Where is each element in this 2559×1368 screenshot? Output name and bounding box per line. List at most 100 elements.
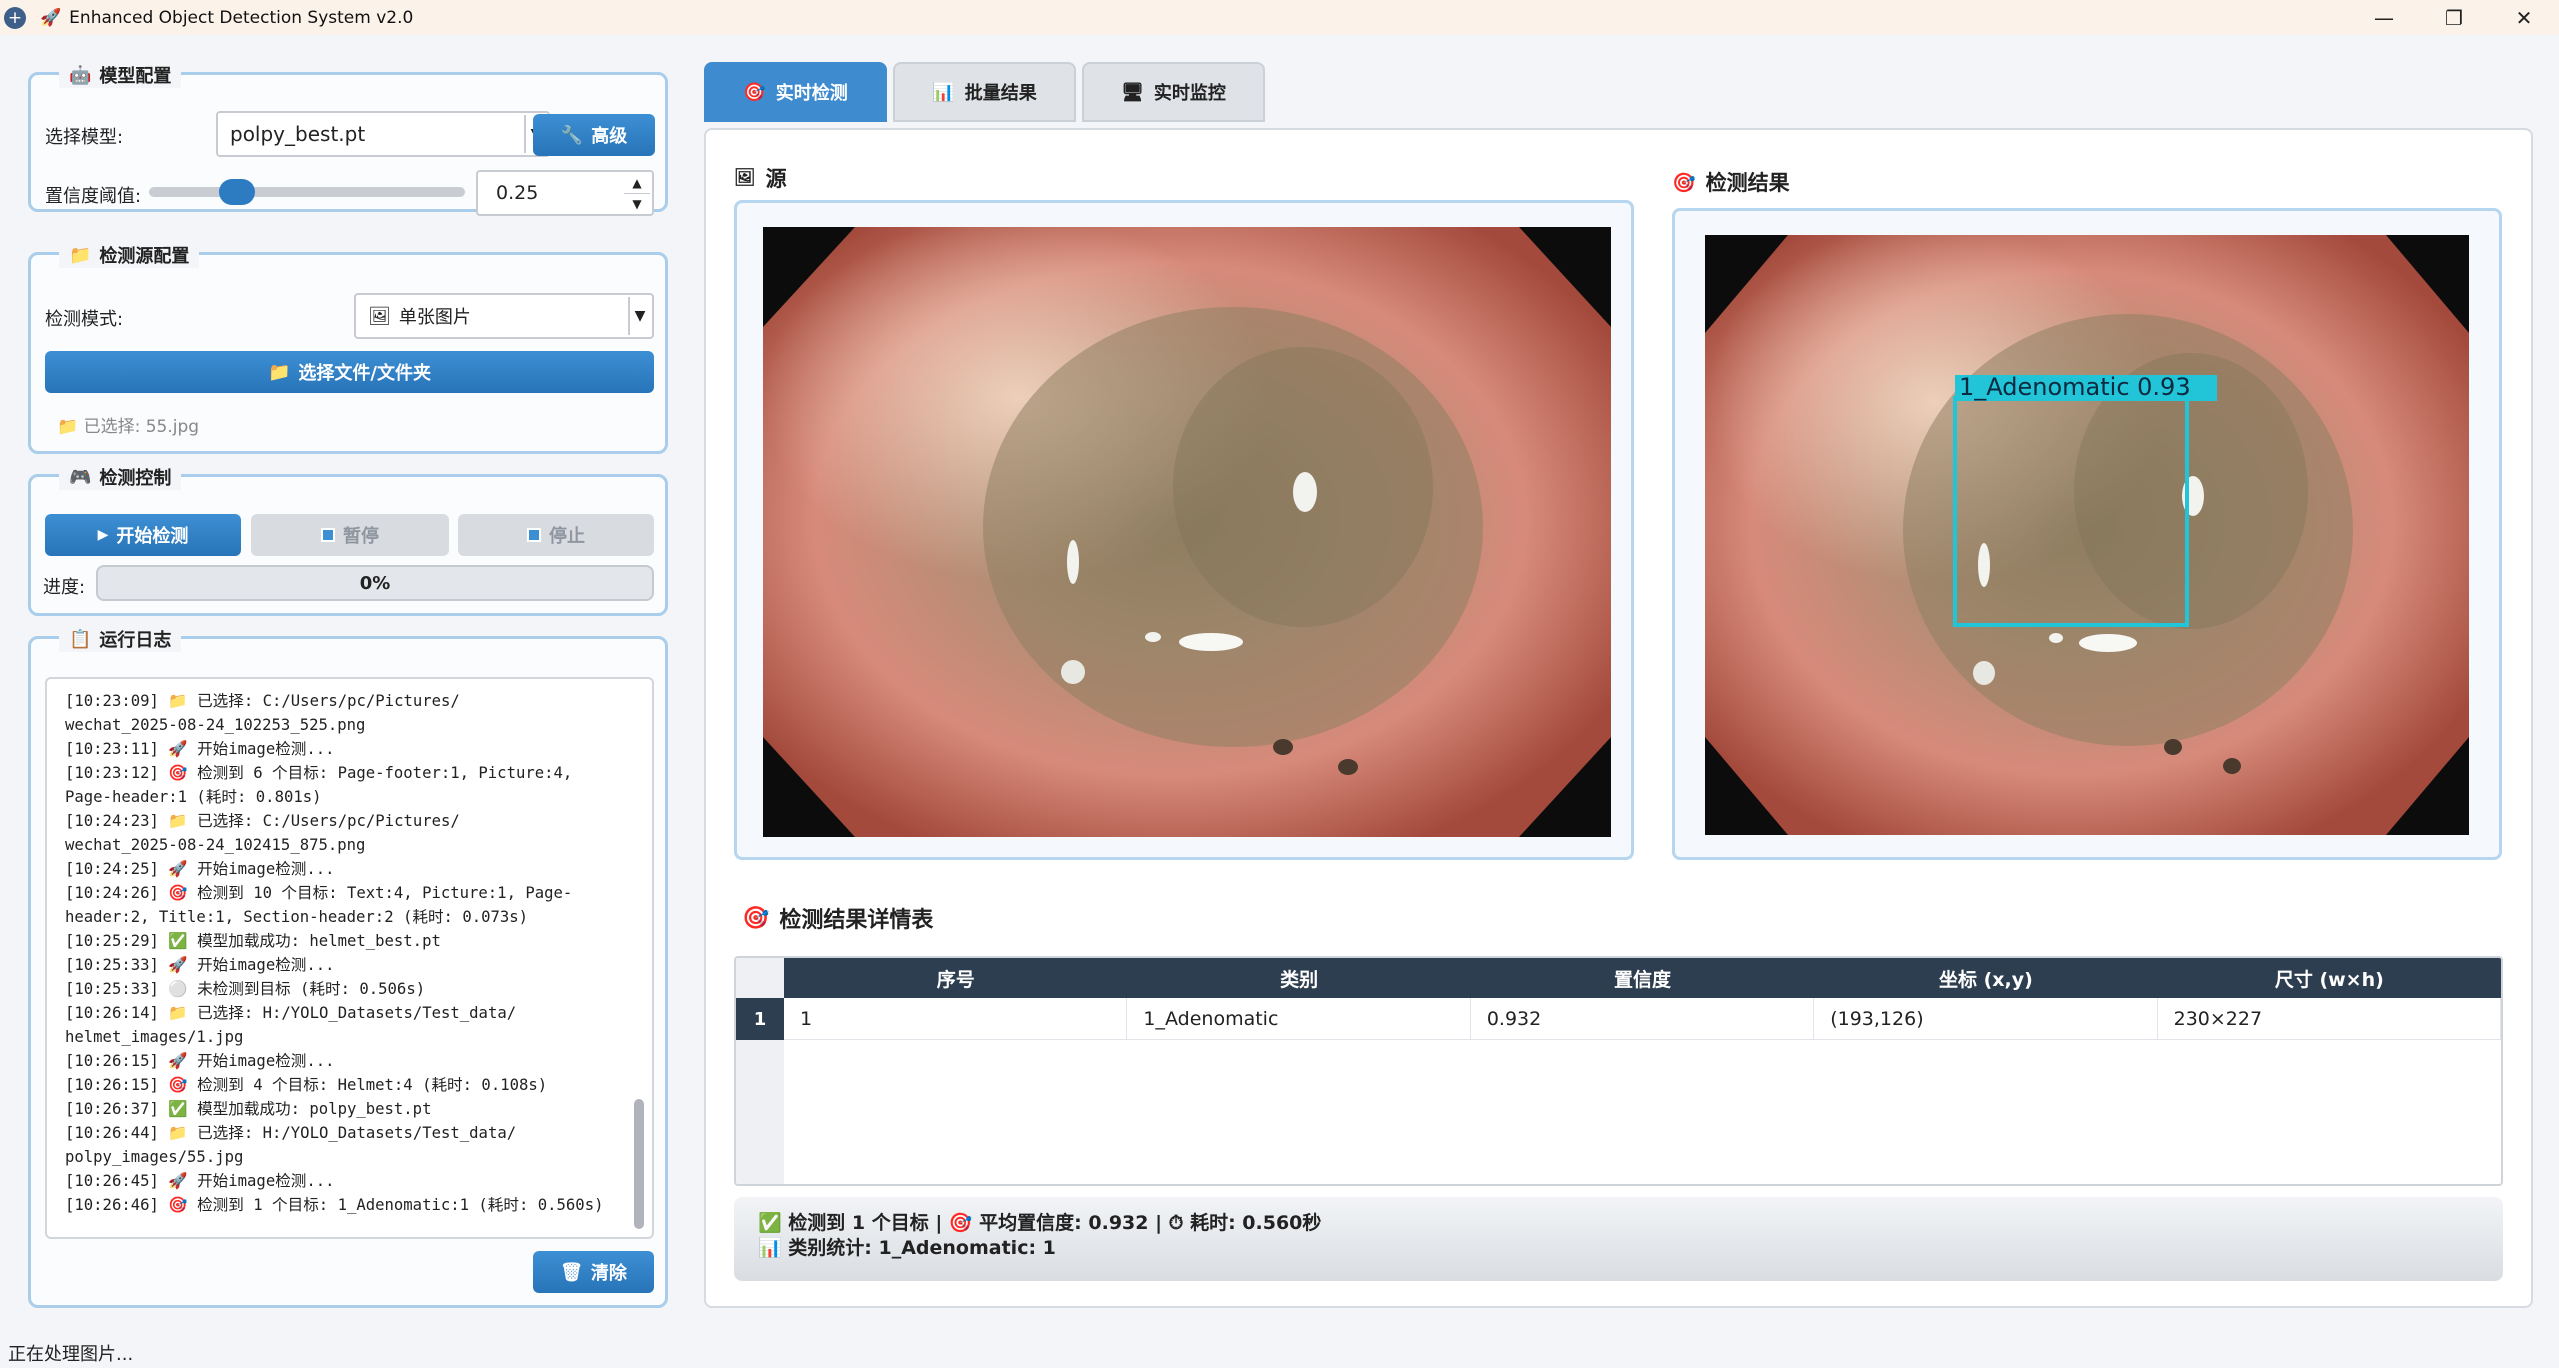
log-line: [10:24:26] 🎯 检测到 10 个目标: Text:4, Picture…: [65, 884, 573, 902]
maximize-button[interactable]: ❐: [2419, 0, 2489, 35]
source-image-frame: [734, 200, 1634, 860]
model-select-value: polpy_best.pt: [230, 122, 366, 146]
log-line: polpy_images/55.jpg: [65, 1148, 244, 1166]
tab-realtime-detect[interactable]: 🎯 实时检测: [704, 62, 887, 122]
model-select-label: 选择模型:: [45, 127, 124, 148]
model-config-group: 🤖 模型配置 选择模型: polpy_best.pt ▼ 🔧 高级 置信度阈值:…: [28, 62, 668, 216]
result-image-frame: 1_Adenomatic 0.93: [1672, 208, 2502, 860]
log-line: [10:23:11] 🚀 开始image检测...: [65, 740, 335, 758]
folder-icon: 📁: [57, 417, 79, 437]
source-view-title: 🖼 源: [734, 167, 787, 191]
log-line: [10:24:25] 🚀 开始image检测...: [65, 860, 335, 878]
endoscopy-source-image: [763, 227, 1611, 837]
monitor-icon: 🖥: [1121, 81, 1144, 103]
log-scroll-thumb[interactable]: [634, 1099, 644, 1229]
log-line: [10:23:09] 📁 已选择: C:/Users/pc/Pictures/: [65, 692, 460, 710]
spin-down-icon[interactable]: ▼: [624, 193, 650, 213]
table-header: 序号 类别 置信度 坐标 (x,y) 尺寸 (w×h): [784, 958, 2501, 998]
details-table[interactable]: 序号 类别 置信度 坐标 (x,y) 尺寸 (w×h) 1 1 1_Adenom…: [734, 956, 2503, 1186]
tab-realtime-monitor[interactable]: 🖥 实时监控: [1082, 62, 1265, 122]
confidence-slider[interactable]: [149, 187, 465, 197]
app-icon: +: [4, 6, 26, 29]
source-config-title: 📁 检测源配置: [59, 242, 200, 268]
log-line: [10:26:37] ✅ 模型加载成功: polpy_best.pt: [65, 1100, 432, 1118]
log-line: [10:24:23] 📁 已选择: C:/Users/pc/Pictures/: [65, 812, 460, 830]
table-row[interactable]: 1 1_Adenomatic 0.932 (193,126) 230×227: [784, 998, 2501, 1040]
tab-batch-results[interactable]: 📊 批量结果: [893, 62, 1076, 122]
detection-summary: ✅ 检测到 1 个目标 | 🎯 平均置信度: 0.932 | ⏱ 耗时: 0.5…: [734, 1197, 2503, 1281]
mode-select-value: 单张图片: [398, 307, 471, 328]
cell-index[interactable]: 1: [784, 998, 1128, 1039]
log-line: [10:25:33] ⚪ 未检测到目标 (耗时: 0.506s): [65, 980, 426, 998]
log-line: [10:26:46] 🎯 检测到 1 个目标: 1_Adenomatic:1 (…: [65, 1196, 604, 1214]
log-line: header:2, Title:1, Section-header:2 (耗时:…: [65, 908, 529, 926]
progress-bar: 0%: [96, 565, 654, 601]
log-line: [10:26:15] 🚀 开始image检测...: [65, 1052, 335, 1070]
confidence-slider-handle[interactable]: [219, 179, 255, 205]
confidence-label: 置信度阈值:: [45, 186, 142, 207]
col-index[interactable]: 序号: [784, 958, 1127, 998]
title-bar: + 🚀 Enhanced Object Detection System v2.…: [0, 0, 2559, 35]
wrench-icon: 🔧: [560, 124, 584, 146]
close-button[interactable]: ✕: [2489, 0, 2559, 35]
log-line: [10:23:12] 🎯 检测到 6 个目标: Page-footer:1, P…: [65, 764, 573, 782]
cell-confidence[interactable]: 0.932: [1471, 998, 1815, 1039]
mode-label: 检测模式:: [45, 309, 124, 330]
robot-icon: 🤖: [69, 64, 92, 86]
confidence-value: 0.25: [496, 182, 539, 204]
log-view[interactable]: [10:23:09] 📁 已选择: C:/Users/pc/Pictures/w…: [45, 677, 654, 1239]
result-view-title: 🎯 检测结果: [1672, 171, 1790, 195]
cell-class[interactable]: 1_Adenomatic: [1127, 998, 1471, 1039]
row-header[interactable]: 1: [736, 998, 784, 1040]
confidence-spinbox[interactable]: 0.25 ▲ ▼: [476, 170, 654, 216]
details-title: 🎯 检测结果详情表: [742, 905, 934, 934]
gamepad-icon: 🎮: [69, 466, 92, 488]
log-group: 📋 运行日志 [10:23:09] 📁 已选择: C:/Users/pc/Pic…: [28, 626, 668, 1308]
chevron-down-icon[interactable]: ▼: [628, 297, 650, 335]
target-icon: 🎯: [743, 81, 766, 103]
advanced-button[interactable]: 🔧 高级: [533, 114, 655, 156]
source-config-group: 📁 检测源配置 检测模式: 🖼 单张图片 ▼ 📁 选择文件/文件夹 📁 已选择:…: [28, 242, 668, 454]
pause-button[interactable]: 暂停: [251, 514, 449, 556]
target-icon: 🎯: [1672, 171, 1696, 194]
col-coords[interactable]: 坐标 (x,y): [1814, 958, 2157, 998]
detect-control-title: 🎮 检测控制: [59, 464, 182, 490]
summary-line-1: ✅ 检测到 1 个目标 | 🎯 平均置信度: 0.932 | ⏱ 耗时: 0.5…: [758, 1212, 1322, 1234]
log-line: [10:26:14] 📁 已选择: H:/YOLO_Datasets/Test_…: [65, 1004, 517, 1022]
col-size[interactable]: 尺寸 (w×h): [2158, 958, 2501, 998]
col-class[interactable]: 类别: [1127, 958, 1470, 998]
summary-line-2: 📊 类别统计: 1_Adenomatic: 1: [758, 1237, 1056, 1259]
detect-control-group: 🎮 检测控制 ▶ 开始检测 暂停 停止 进度: 0%: [28, 464, 668, 616]
spin-up-icon[interactable]: ▲: [624, 173, 650, 193]
folder-icon: 📁: [69, 244, 92, 266]
endoscopy-result-image: 1_Adenomatic 0.93: [1705, 235, 2469, 835]
log-scrollbar[interactable]: [632, 689, 646, 1229]
bar-chart-icon: 📊: [932, 81, 955, 103]
start-detect-button[interactable]: ▶ 开始检测: [45, 514, 241, 556]
window-title: Enhanced Object Detection System v2.0: [69, 7, 414, 28]
log-line: helmet_images/1.jpg: [65, 1028, 244, 1046]
log-line: wechat_2025-08-24_102415_875.png: [65, 836, 366, 854]
cell-size[interactable]: 230×227: [2158, 998, 2501, 1039]
col-confidence[interactable]: 置信度: [1471, 958, 1814, 998]
cell-coords[interactable]: (193,126): [1814, 998, 2158, 1039]
image-icon: 🖼: [368, 305, 391, 327]
minimize-button[interactable]: —: [2349, 0, 2419, 35]
progress-text: 0%: [359, 572, 391, 594]
log-title: 📋 运行日志: [59, 626, 182, 652]
detection-label: 1_Adenomatic 0.93: [1959, 373, 2191, 401]
log-line: [10:25:33] 🚀 开始image检测...: [65, 956, 335, 974]
status-bar: 正在处理图片...: [8, 1344, 134, 1365]
model-select[interactable]: polpy_best.pt ▼: [216, 111, 550, 157]
log-line: [10:26:44] 📁 已选择: H:/YOLO_Datasets/Test_…: [65, 1124, 517, 1142]
model-config-title: 🤖 模型配置: [59, 62, 182, 88]
clear-log-button[interactable]: 🗑 清除: [533, 1251, 654, 1293]
rocket-icon: 🚀: [40, 7, 62, 28]
pause-icon: [321, 528, 335, 542]
mode-select[interactable]: 🖼 单张图片 ▼: [354, 293, 654, 339]
trash-icon: 🗑: [560, 1261, 583, 1283]
stop-button[interactable]: 停止: [458, 514, 654, 556]
result-image: 1_Adenomatic 0.93: [1705, 235, 2469, 835]
log-line: [10:25:29] ✅ 模型加载成功: helmet_best.pt: [65, 932, 441, 950]
select-file-button[interactable]: 📁 选择文件/文件夹: [45, 351, 654, 393]
